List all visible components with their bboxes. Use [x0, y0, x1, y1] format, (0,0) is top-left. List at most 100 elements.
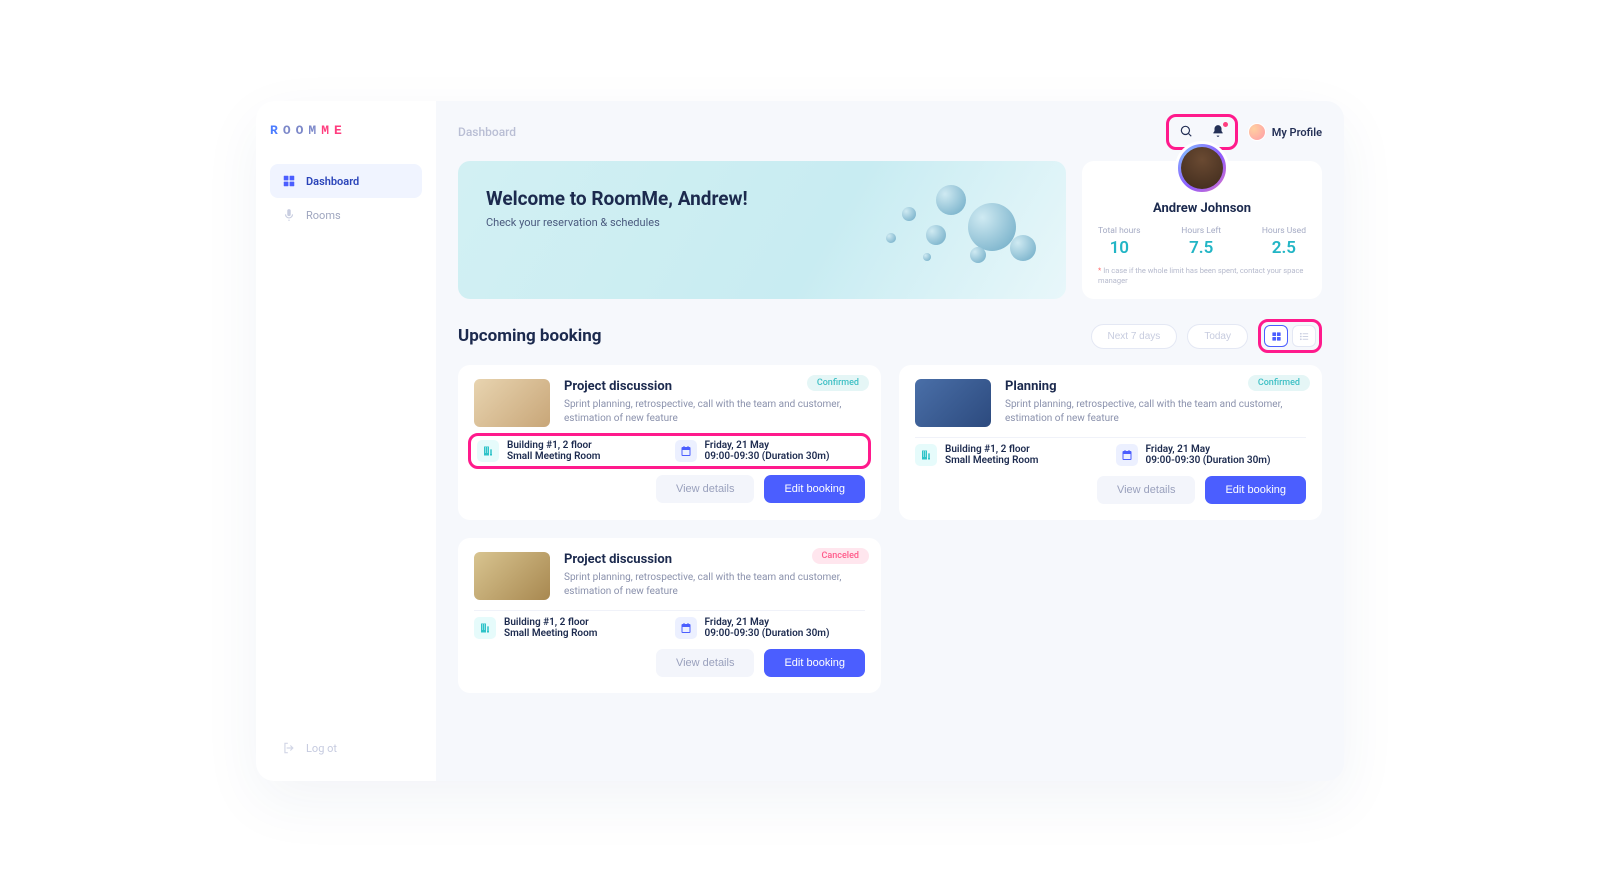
grid-icon — [282, 174, 296, 188]
meta-date-line2: 09:00-09:30 (Duration 30m) — [705, 451, 830, 462]
edit-booking-button[interactable]: Edit booking — [764, 475, 865, 503]
booking-desc: Sprint planning, retrospective, call wit… — [564, 398, 865, 425]
profile-name: Andrew Johnson — [1098, 201, 1306, 216]
view-details-button[interactable]: View details — [656, 649, 755, 677]
sidebar-item-rooms[interactable]: Rooms — [270, 198, 422, 232]
avatar-face-icon — [1181, 147, 1223, 189]
card-header: Project discussion Sprint planning, retr… — [474, 552, 865, 600]
profile-link[interactable]: My Profile — [1248, 123, 1322, 141]
main-content: Dashboard — [436, 101, 1344, 781]
edit-booking-button[interactable]: Edit booking — [1205, 476, 1306, 504]
meta-location-line2: Small Meeting Room — [507, 451, 600, 462]
meta-location-line1: Building #1, 2 floor — [507, 440, 600, 451]
edit-booking-button[interactable]: Edit booking — [764, 649, 865, 677]
meta-location: Building #1, 2 floor Small Meeting Room — [474, 617, 665, 639]
status-badge: Confirmed — [1248, 375, 1310, 391]
sidebar-item-label: Dashboard — [306, 175, 359, 188]
view-grid-button[interactable] — [1264, 325, 1288, 347]
filter-range-button[interactable]: Next 7 days — [1091, 324, 1178, 349]
room-thumb — [474, 379, 550, 427]
filter-today-button[interactable]: Today — [1187, 324, 1248, 349]
building-icon — [915, 444, 937, 466]
meta-location-line2: Small Meeting Room — [945, 455, 1038, 466]
profile-card: Andrew Johnson Total hours 10 Hours Left… — [1082, 161, 1322, 299]
room-thumb — [474, 552, 550, 600]
building-icon — [477, 440, 499, 462]
booking-desc: Sprint planning, retrospective, call wit… — [564, 571, 865, 598]
stat-value: 2.5 — [1262, 238, 1306, 258]
welcome-card: Welcome to RoomMe, Andrew! Check your re… — [458, 161, 1066, 299]
meta-location-line2: Small Meeting Room — [504, 628, 597, 639]
view-details-button[interactable]: View details — [656, 475, 755, 503]
sidebar-item-label: Rooms — [306, 209, 341, 222]
card-actions: View details Edit booking — [474, 649, 865, 677]
booking-desc: Sprint planning, retrospective, call wit… — [1005, 398, 1306, 425]
stat-label: Total hours — [1098, 226, 1141, 236]
booking-meta: Building #1, 2 floor Small Meeting Room … — [915, 437, 1306, 466]
meta-date-line2: 09:00-09:30 (Duration 30m) — [1146, 455, 1271, 466]
meta-datetime: Friday, 21 May 09:00-09:30 (Duration 30m… — [675, 440, 863, 462]
profile-note-text: In case if the whole limit has been spen… — [1098, 266, 1303, 285]
stat-label: Hours Left — [1181, 226, 1221, 236]
hero-row: Welcome to RoomMe, Andrew! Check your re… — [458, 161, 1322, 299]
meta-date-line2: 09:00-09:30 (Duration 30m) — [705, 628, 830, 639]
stat-hours-used: Hours Used 2.5 — [1262, 226, 1306, 258]
booking-card: Planning Sprint planning, retrospective,… — [899, 365, 1322, 520]
room-thumb — [915, 379, 991, 427]
status-badge: Canceled — [812, 548, 869, 564]
mic-icon — [282, 208, 296, 222]
section-controls: Next 7 days Today — [1091, 319, 1323, 353]
card-actions: View details Edit booking — [915, 476, 1306, 504]
bubbles-illustration — [866, 175, 1046, 285]
logout-icon — [282, 741, 296, 755]
stat-total-hours: Total hours 10 — [1098, 226, 1141, 258]
meta-datetime: Friday, 21 May 09:00-09:30 (Duration 30m… — [1116, 444, 1307, 466]
card-header: Project discussion Sprint planning, retr… — [474, 379, 865, 427]
page-title: Dashboard — [458, 125, 516, 139]
app-frame: ROOMME Dashboard Rooms Log ot Dashboard — [256, 101, 1344, 781]
meta-date-line1: Friday, 21 May — [1146, 444, 1271, 455]
card-header: Planning Sprint planning, retrospective,… — [915, 379, 1306, 427]
sidebar: ROOMME Dashboard Rooms Log ot — [256, 101, 436, 781]
calendar-icon — [675, 617, 697, 639]
building-icon — [474, 617, 496, 639]
booking-card: Project discussion Sprint planning, retr… — [458, 538, 881, 693]
calendar-icon — [1116, 444, 1138, 466]
meta-location: Building #1, 2 floor Small Meeting Room — [477, 440, 665, 462]
asterisk-icon: * — [1098, 266, 1101, 275]
meta-location-line1: Building #1, 2 floor — [945, 444, 1038, 455]
card-actions: View details Edit booking — [474, 475, 865, 503]
booking-meta: Building #1, 2 floor Small Meeting Room … — [474, 610, 865, 639]
profile-stats: Total hours 10 Hours Left 7.5 Hours Used… — [1098, 226, 1306, 258]
calendar-icon — [675, 440, 697, 462]
stat-label: Hours Used — [1262, 226, 1306, 236]
profile-link-label: My Profile — [1272, 126, 1322, 139]
highlight-booking-meta: Building #1, 2 floor Small Meeting Room … — [468, 433, 871, 469]
avatar-large — [1175, 141, 1229, 195]
stat-value: 7.5 — [1181, 238, 1221, 258]
section-head: Upcoming booking Next 7 days Today — [458, 319, 1322, 353]
booking-card: Project discussion Sprint planning, retr… — [458, 365, 881, 520]
view-details-button[interactable]: View details — [1097, 476, 1196, 504]
booking-grid: Project discussion Sprint planning, retr… — [458, 365, 1322, 693]
logout-button[interactable]: Log ot — [270, 733, 422, 763]
stat-value: 10 — [1098, 238, 1141, 258]
highlight-view-toggle — [1258, 319, 1322, 353]
brand-logo: ROOMME — [270, 123, 422, 138]
meta-date-line1: Friday, 21 May — [705, 440, 830, 451]
avatar-icon — [1248, 123, 1266, 141]
list-icon — [1299, 327, 1310, 346]
notification-dot-icon — [1223, 122, 1228, 127]
status-badge: Confirmed — [807, 375, 869, 391]
meta-date-line1: Friday, 21 May — [705, 617, 830, 628]
meta-datetime: Friday, 21 May 09:00-09:30 (Duration 30m… — [675, 617, 866, 639]
meta-location: Building #1, 2 floor Small Meeting Room — [915, 444, 1106, 466]
stat-hours-left: Hours Left 7.5 — [1181, 226, 1221, 258]
view-list-button[interactable] — [1292, 325, 1316, 347]
grid-icon — [1271, 327, 1282, 346]
sidebar-item-dashboard[interactable]: Dashboard — [270, 164, 422, 198]
profile-note: *In case if the whole limit has been spe… — [1098, 266, 1306, 286]
logout-label: Log ot — [306, 742, 337, 755]
search-icon — [1179, 123, 1193, 142]
section-title: Upcoming booking — [458, 326, 602, 346]
